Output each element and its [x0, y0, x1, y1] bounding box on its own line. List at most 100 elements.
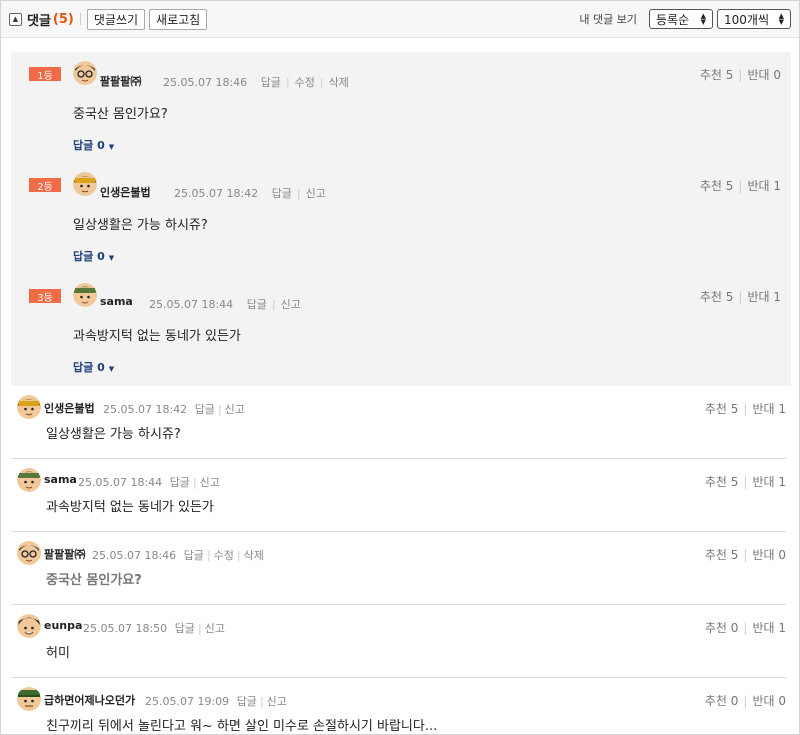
- reply-action[interactable]: 답글: [272, 187, 292, 200]
- comment-meta: 25.05.07 18:50 답글 | 신고: [83, 620, 225, 636]
- recommend-count[interactable]: 추천 0: [705, 621, 739, 635]
- delete-action[interactable]: 삭제: [244, 549, 264, 562]
- recommend-count[interactable]: 추천 5: [700, 179, 734, 193]
- report-action[interactable]: 신고: [205, 622, 225, 635]
- reply-toggle[interactable]: 답글 0 ▼: [73, 137, 114, 153]
- caret-down-icon: ▼: [108, 143, 115, 151]
- comment-item: eunpa 25.05.07 18:50 답글 | 신고 추천 0 | 반대 1 허미: [11, 605, 786, 678]
- divider: |: [743, 621, 748, 635]
- comment-title: 댓글: [27, 13, 51, 29]
- edit-action[interactable]: 수정: [295, 76, 315, 89]
- recommend-count[interactable]: 추천 0: [705, 694, 739, 708]
- collapse-up-icon[interactable]: ▲: [9, 12, 22, 26]
- recommend-count[interactable]: 추천 5: [700, 68, 734, 82]
- comment-meta: 25.05.07 19:09 답글 | 신고: [145, 693, 287, 709]
- report-action[interactable]: 신고: [267, 695, 287, 708]
- reply-action[interactable]: 답글: [170, 476, 190, 489]
- oppose-count[interactable]: 반대 1: [752, 475, 786, 489]
- vote-info: 추천 5 | 반대 1: [700, 288, 781, 305]
- reply-action[interactable]: 답글: [237, 695, 257, 708]
- my-comments-link[interactable]: 내 댓글 보기: [579, 11, 637, 27]
- comment-time: 25.05.07 18:46: [163, 76, 248, 89]
- divider: |: [271, 298, 276, 311]
- comment-author[interactable]: sama: [44, 473, 77, 486]
- comment-author[interactable]: sama: [100, 295, 133, 308]
- divider: |: [743, 402, 748, 416]
- comment-text: 과속방지턱 없는 동네가 있든가: [73, 329, 241, 344]
- vote-info: 추천 0 | 반대 0: [705, 692, 786, 709]
- best-comments: 1등 팔팔팔㈜ 25.05.07 18:46 답글 | 수정 | 삭제 추천 5 | 반대 …: [11, 52, 791, 386]
- recommend-count[interactable]: 추천 5: [705, 402, 739, 416]
- comment-meta: 25.05.07 18:46 답글 | 수정 | 삭제: [92, 547, 264, 563]
- recommend-count[interactable]: 추천 5: [705, 475, 739, 489]
- divider: |: [738, 179, 743, 193]
- vote-info: 추천 0 | 반대 1: [705, 619, 786, 636]
- comment-time: 25.05.07 18:46: [92, 549, 177, 562]
- divider: [79, 13, 81, 25]
- caret-down-icon: ▼: [108, 365, 115, 373]
- comment-item: 팔팔팔㈜ 25.05.07 18:46 답글 | 수정 | 삭제 추천 5 | 반대 0 중…: [11, 532, 786, 605]
- report-action[interactable]: 신고: [281, 298, 301, 311]
- divider: |: [738, 68, 743, 82]
- comment-meta: 25.05.07 18:42 답글 | 신고: [174, 185, 326, 201]
- report-action[interactable]: 신고: [200, 476, 220, 489]
- comment-author[interactable]: 인생은불법: [44, 400, 95, 416]
- oppose-count[interactable]: 반대 1: [747, 290, 781, 304]
- comment-item: sama 25.05.07 18:44 답글 | 신고 추천 5 | 반대 1 과속방지…: [11, 459, 786, 532]
- avatar-icon: [17, 614, 41, 638]
- rank-badge: 1등: [29, 67, 61, 82]
- oppose-count[interactable]: 반대 0: [752, 548, 786, 562]
- comment-author[interactable]: 팔팔팔㈜: [100, 73, 141, 89]
- reply-action[interactable]: 답글: [195, 403, 215, 416]
- oppose-count[interactable]: 반대 1: [752, 402, 786, 416]
- write-comment-button[interactable]: 댓글쓰기: [86, 8, 146, 30]
- reply-action[interactable]: 답글: [184, 549, 204, 562]
- divider: |: [743, 694, 748, 708]
- comment-toolbar: ▲ 댓글 (5) 댓글쓰기 새로고침 내 댓글 보기 등록순 ▲ ▼ 100개씩 …: [1, 1, 799, 38]
- comment-time: 25.05.07 18:42: [174, 187, 259, 200]
- oppose-count[interactable]: 반대 1: [747, 179, 781, 193]
- oppose-count[interactable]: 반대 0: [752, 694, 786, 708]
- refresh-button[interactable]: 새로고침: [149, 8, 208, 30]
- avatar-icon: [73, 172, 97, 196]
- vote-info: 추천 5 | 반대 1: [705, 473, 786, 490]
- reply-action[interactable]: 답글: [175, 622, 195, 635]
- page-size-select-value: 100개씩: [724, 12, 769, 27]
- comment-item: 급하면어제나오던가 25.05.07 19:09 답글 | 신고 추천 0 | 반대 0…: [11, 678, 786, 734]
- report-action[interactable]: 신고: [306, 187, 326, 200]
- vote-info: 추천 5 | 반대 1: [705, 400, 786, 417]
- comment-time: 25.05.07 18:42: [103, 403, 188, 416]
- delete-action[interactable]: 삭제: [329, 76, 349, 89]
- select-arrows-icon: ▲ ▼: [778, 12, 784, 26]
- comment-author[interactable]: eunpa: [44, 619, 82, 632]
- sort-select-value: 등록순: [656, 12, 690, 27]
- reply-count: 답글 0: [73, 361, 105, 374]
- divider: |: [236, 549, 241, 562]
- comment-count: (5): [52, 11, 74, 27]
- caret-down-icon: ▼: [108, 254, 115, 262]
- page-size-select[interactable]: 100개씩 ▲ ▼: [717, 9, 791, 29]
- sort-select[interactable]: 등록순 ▲ ▼: [649, 9, 713, 29]
- comment-text: 중국산 몸인가요?: [46, 573, 142, 588]
- rank-badge: 2등: [29, 178, 61, 193]
- oppose-count[interactable]: 반대 1: [752, 621, 786, 635]
- divider: |: [743, 548, 748, 562]
- report-action[interactable]: 신고: [225, 403, 245, 416]
- comment-author[interactable]: 급하면어제나오던가: [44, 692, 135, 708]
- reply-action[interactable]: 답글: [247, 298, 267, 311]
- avatar-icon: [73, 283, 97, 307]
- comment-author[interactable]: 인생은불법: [100, 184, 151, 200]
- reply-action[interactable]: 답글: [261, 76, 281, 89]
- divider: |: [197, 622, 202, 635]
- avatar-icon: [17, 395, 41, 419]
- edit-action[interactable]: 수정: [214, 549, 234, 562]
- comment-text: 허미: [46, 646, 70, 661]
- comment-author[interactable]: 팔팔팔㈜: [44, 546, 85, 562]
- recommend-count[interactable]: 추천 5: [705, 548, 739, 562]
- recommend-count[interactable]: 추천 5: [700, 290, 734, 304]
- reply-toggle[interactable]: 답글 0 ▼: [73, 359, 114, 375]
- reply-count: 답글 0: [73, 250, 105, 263]
- oppose-count[interactable]: 반대 0: [747, 68, 781, 82]
- reply-toggle[interactable]: 답글 0 ▼: [73, 248, 114, 264]
- divider: |: [285, 76, 290, 89]
